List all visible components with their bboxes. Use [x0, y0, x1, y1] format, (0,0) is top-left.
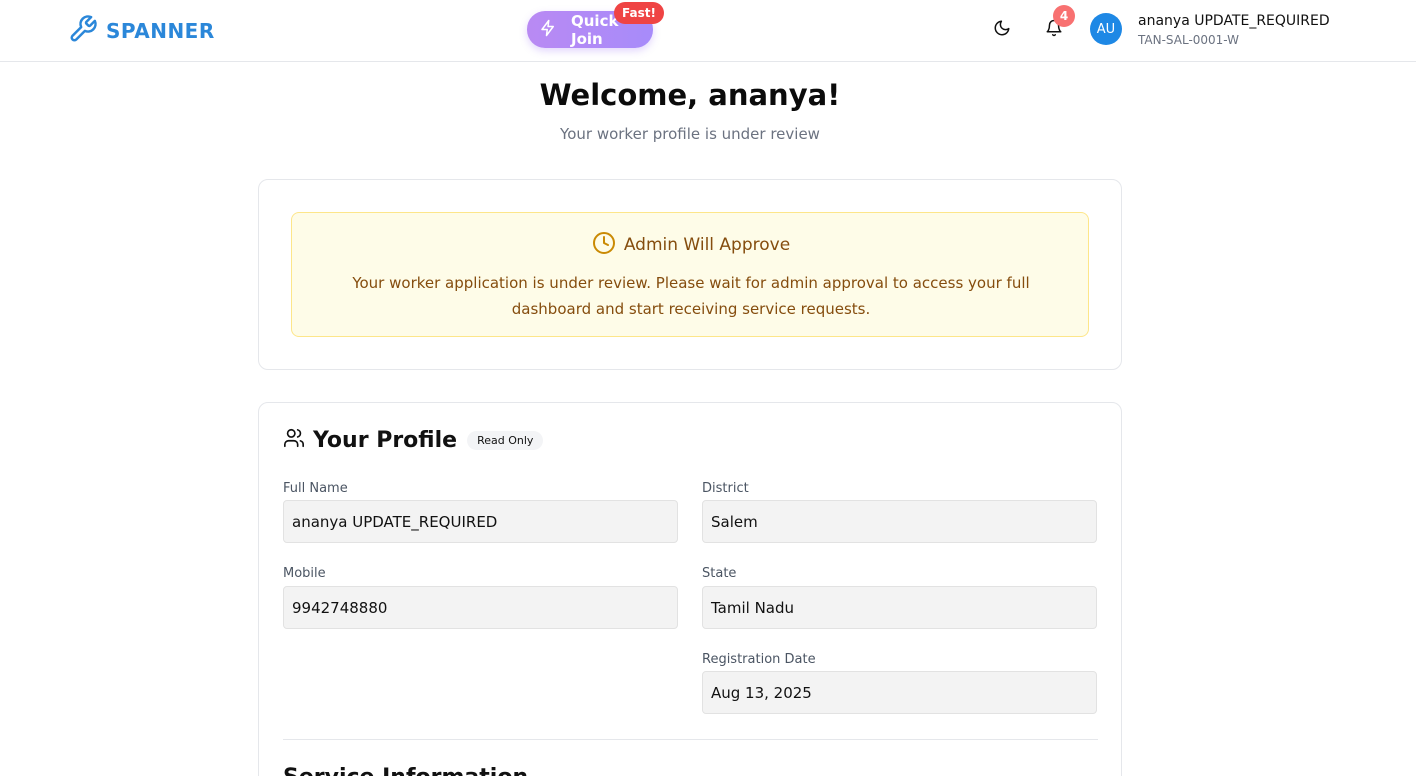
approval-notice: Admin Will Approve Your worker applicati… — [291, 212, 1089, 337]
page-title: Welcome, ananya! — [539, 78, 841, 112]
registration-date-label: Registration Date — [702, 652, 816, 667]
clock-icon — [592, 231, 616, 259]
service-information-title: Service Information — [283, 765, 528, 776]
profile-card: Your Profile Read Only Full Name ananya … — [258, 402, 1122, 776]
fast-badge: Fast! — [614, 2, 664, 24]
user-id: TAN-SAL-0001-W — [1138, 33, 1240, 47]
notification-count-badge: 4 — [1053, 5, 1075, 27]
users-icon — [283, 427, 305, 453]
avatar[interactable]: AU — [1090, 13, 1122, 45]
mobile-field[interactable]: 9942748880 — [283, 586, 678, 629]
page-subtitle: Your worker profile is under review — [560, 125, 820, 143]
user-name: ananya UPDATE_REQUIRED — [1138, 13, 1330, 29]
approval-card: Admin Will Approve Your worker applicati… — [258, 179, 1122, 370]
moon-icon — [993, 19, 1011, 41]
district-field[interactable]: Salem — [702, 500, 1097, 543]
lightning-icon — [539, 19, 557, 41]
approval-title: Admin Will Approve — [623, 235, 791, 255]
full-name-label: Full Name — [283, 481, 348, 496]
profile-header: Your Profile Read Only — [283, 427, 544, 453]
brand-name: SPANNER — [106, 19, 215, 43]
wrench-icon — [68, 14, 98, 48]
district-label: District — [702, 481, 749, 496]
read-only-badge: Read Only — [467, 430, 544, 450]
registration-date-field[interactable]: Aug 13, 2025 — [702, 671, 1097, 714]
full-name-field[interactable]: ananya UPDATE_REQUIRED — [283, 500, 678, 543]
approval-notice-header: Admin Will Approve — [292, 231, 1090, 259]
brand-logo[interactable]: SPANNER — [68, 14, 215, 48]
mobile-label: Mobile — [283, 566, 326, 581]
approval-message: Your worker application is under review.… — [352, 274, 1030, 318]
top-header: SPANNER Quick Join Fast! 4 AU ananya UPD… — [0, 0, 1416, 62]
profile-title: Your Profile — [313, 427, 458, 453]
section-divider — [283, 739, 1098, 740]
theme-toggle-button[interactable] — [990, 18, 1014, 42]
state-label: State — [702, 566, 737, 581]
state-field[interactable]: Tamil Nadu — [702, 586, 1097, 629]
